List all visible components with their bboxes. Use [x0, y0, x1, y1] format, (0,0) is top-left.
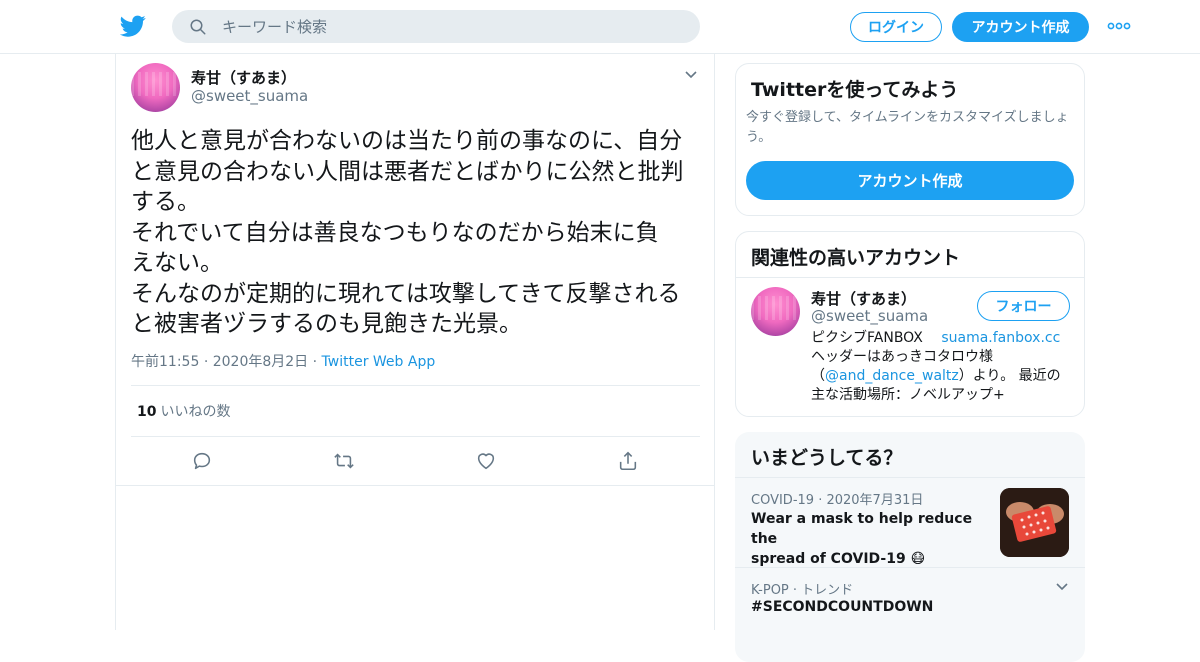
signup-card-title: Twitterを使ってみよう — [751, 79, 959, 101]
chevron-down-icon[interactable] — [1055, 582, 1069, 592]
tweet-text: 他人と意見が合わないのは当たり前の事なのに、自分 と意見の合わない人間は悪者だと… — [131, 126, 706, 340]
follow-button[interactable]: フォロー — [977, 291, 1070, 321]
related-account-bio: ピクシブFANBOX suama.fanbox.cc ヘッダーはあっきコタロウ様… — [811, 329, 1073, 405]
trend-thumbnail[interactable] — [1000, 488, 1069, 557]
tweet-text-line: そんなのが定期的に現れては攻撃してきて反撃される — [131, 280, 681, 307]
bio-link[interactable]: suama.fanbox.cc — [941, 330, 1060, 346]
signup-card-description-line: 今すぐ登録して、タイムラインをカスタマイズしましょ — [746, 110, 1069, 125]
bio-line: （@and_dance_waltz）より。 最近の — [811, 367, 1073, 386]
tweet-metadata: 午前11:55 · 2020年8月2日 · Twitter Web App — [131, 351, 435, 371]
bio-line: ヘッダーはあっきコタロウ様 — [811, 349, 993, 365]
separator-dot: · — [312, 354, 322, 370]
trends-title: いまどうしてる？ — [751, 447, 903, 469]
like-count: 10 — [137, 404, 157, 420]
retweet-icon[interactable] — [333, 450, 355, 472]
heart-icon[interactable] — [475, 450, 497, 472]
tweet: 寿甘（すあま） @sweet_suama 他人と意見が合わないのは当たり前の事な… — [116, 54, 714, 486]
trend-headline[interactable]: Wear a mask to help reduce the spread of… — [751, 509, 981, 569]
divider — [736, 277, 1084, 278]
tweet-text-line: 他人と意見が合わないのは当たり前の事なのに、自分 — [131, 128, 683, 154]
tweet-author-name[interactable]: 寿甘（すあま） — [191, 67, 296, 88]
trend-headline-line: Wear a mask to help reduce the — [751, 511, 973, 547]
mask-gift-image — [1000, 488, 1069, 557]
trend-category: K-POP — [751, 583, 789, 598]
separator-dot: · — [203, 354, 213, 370]
search-icon — [190, 19, 206, 35]
bio-mention-link[interactable]: @and_dance_waltz — [825, 368, 959, 384]
trend-hashtag[interactable]: #SECONDCOUNTDOWN — [751, 599, 933, 615]
tweet-text-line: と被害者ヅラするのも見飽きた光景。 — [131, 311, 522, 337]
tweet-text-line: する。 — [131, 189, 200, 215]
related-accounts-card: 関連性の高いアカウント 寿甘（すあま） @sweet_suama フォロー ピク… — [735, 231, 1085, 417]
search-input[interactable] — [222, 10, 682, 43]
bio-text: ピクシブFANBOX — [811, 330, 923, 346]
bio-text: ）より。 最近の — [958, 368, 1061, 384]
tweet-column: 寿甘（すあま） @sweet_suama 他人と意見が合わないのは当たり前の事な… — [115, 54, 715, 630]
trend-date: 2020年7月31日 — [826, 493, 924, 508]
tweet-source-link[interactable]: Twitter Web App — [322, 354, 436, 370]
trend-meta: K-POP · トレンド — [751, 579, 853, 598]
bio-text: （ — [811, 368, 825, 384]
trend-tag: トレンド — [801, 583, 854, 598]
signup-card-button[interactable]: アカウント作成 — [746, 161, 1074, 200]
twitter-bird-icon[interactable] — [120, 13, 146, 39]
tweet-text-line: それでいて自分は善良なつもりなのだから始末に負 — [131, 219, 659, 246]
tweet-time[interactable]: 午前11:55 — [131, 354, 199, 370]
trend-meta: COVID-19 · 2020年7月31日 — [751, 489, 923, 508]
divider — [735, 567, 1085, 568]
trend-headline-line: spread of COVID-19 😷 — [751, 551, 926, 567]
signup-card-description: 今すぐ登録して、タイムラインをカスタマイズしましょ う。 — [746, 108, 1076, 148]
like-count-label: いいねの数 — [160, 404, 231, 420]
bio-line: ピクシブFANBOX suama.fanbox.cc — [811, 329, 1073, 348]
avatar[interactable] — [131, 63, 180, 112]
like-count-row[interactable]: 10 いいねの数 — [137, 401, 230, 421]
separator-dot: · — [792, 583, 802, 598]
trend-category: COVID-19 — [751, 493, 815, 508]
divider — [131, 436, 700, 437]
search-bar — [172, 10, 700, 43]
tweet-author-handle[interactable]: @sweet_suama — [191, 87, 308, 105]
signup-card: Twitterを使ってみよう 今すぐ登録して、タイムラインをカスタマイズしましょ… — [735, 63, 1085, 216]
related-accounts-title: 関連性の高いアカウント — [751, 247, 961, 269]
login-button[interactable]: ログイン — [850, 12, 942, 42]
related-account-handle[interactable]: @sweet_suama — [811, 307, 928, 325]
top-navigation-bar: ログイン アカウント作成 — [0, 0, 1200, 54]
bio-line: 主な活動場所：ノベルアップ+ — [811, 387, 1005, 403]
signup-card-description-line: う。 — [746, 130, 772, 145]
divider — [735, 477, 1085, 478]
more-options-icon[interactable] — [1106, 18, 1132, 34]
tweet-text-line: えない。 — [131, 250, 223, 276]
trends-card: いまどうしてる？ COVID-19 · 2020年7月31日 Wear a ma… — [735, 432, 1085, 662]
signup-button[interactable]: アカウント作成 — [952, 12, 1089, 42]
chevron-down-icon[interactable] — [684, 70, 698, 80]
avatar[interactable] — [751, 287, 800, 336]
related-account-name[interactable]: 寿甘（すあま） — [811, 288, 916, 309]
tweet-text-line: と意見の合わない人間は悪者だとばかりに公然と批判 — [131, 158, 684, 185]
share-icon[interactable] — [617, 450, 639, 472]
divider — [131, 385, 700, 386]
tweet-date[interactable]: 2020年8月2日 — [213, 354, 308, 370]
reply-icon[interactable] — [191, 450, 213, 472]
